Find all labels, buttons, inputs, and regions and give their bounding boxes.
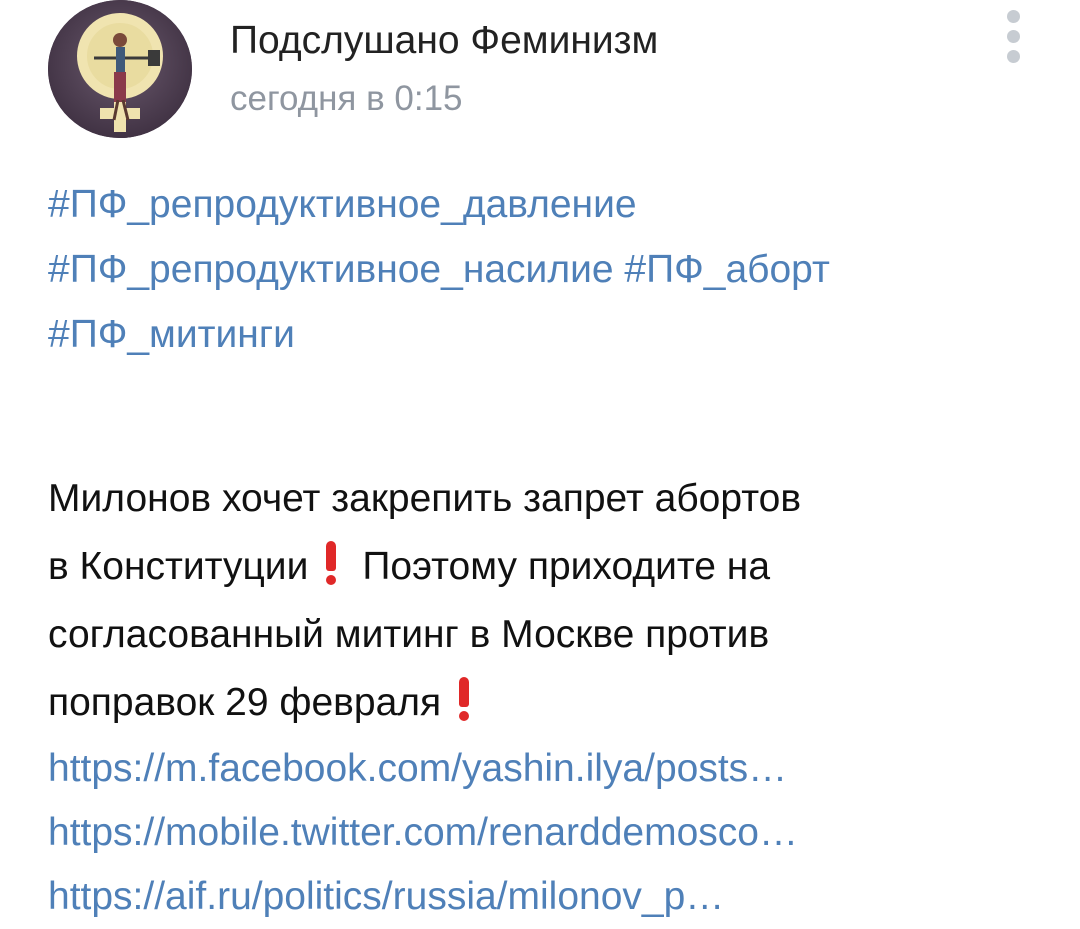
external-link[interactable]: https://mobile.twitter.com/renarddemosco…	[48, 801, 1048, 865]
link-list: https://m.facebook.com/yashin.ilya/posts…	[48, 737, 1048, 929]
post-text-line: Милонов хочет закрепить запрет абортов	[48, 477, 802, 520]
red-exclamation-icon	[457, 677, 471, 721]
post-text-fragment: Поэтому приходите на	[362, 545, 771, 588]
post-text-fragment: поправок 29 февраля	[48, 681, 442, 724]
hashtag-list: #ПФ_репродуктивное_давление #ПФ_репродук…	[48, 172, 1048, 367]
more-vertical-icon-dot	[1007, 50, 1020, 63]
hashtag-link[interactable]: #ПФ_митинги	[48, 313, 295, 356]
hashtag-link[interactable]: #ПФ_репродуктивное_насилие	[48, 248, 614, 291]
post-timestamp: сегодня в 0:15	[230, 79, 463, 118]
post-text: Милонов хочет закрепить запрет абортов в…	[48, 465, 1048, 737]
hashtag-line: #ПФ_митинги	[48, 302, 1048, 367]
hashtag-link[interactable]: #ПФ_аборт	[624, 248, 829, 291]
post-text-line: поправок 29 февраля	[48, 669, 1048, 737]
post-text-line: в Конституции Поэтому приходите на	[48, 533, 1048, 601]
post-header: Подслушано Феминизм сегодня в 0:15	[0, 0, 1080, 150]
hashtag-line: #ПФ_репродуктивное_насилие #ПФ_аборт	[48, 237, 1048, 302]
red-exclamation-icon	[324, 541, 338, 585]
more-vertical-icon	[1007, 10, 1020, 23]
feminism-symbol-avatar-icon	[48, 0, 192, 138]
post-text-line: согласованный митинг в Москве против	[48, 613, 770, 656]
more-options-button[interactable]	[996, 8, 1032, 68]
external-link[interactable]: https://aif.ru/politics/russia/milonov_p…	[48, 865, 1048, 929]
more-vertical-icon-dot	[1007, 30, 1020, 43]
hashtag-link[interactable]: #ПФ_репродуктивное_давление	[48, 183, 637, 226]
post-body: #ПФ_репродуктивное_давление #ПФ_репродук…	[48, 172, 1048, 929]
community-avatar[interactable]	[48, 0, 192, 138]
community-name[interactable]: Подслушано Феминизм	[230, 18, 658, 64]
post-text-fragment: в Конституции	[48, 545, 309, 588]
external-link[interactable]: https://m.facebook.com/yashin.ilya/posts…	[48, 737, 1048, 801]
hashtag-line: #ПФ_репродуктивное_давление	[48, 172, 1048, 237]
